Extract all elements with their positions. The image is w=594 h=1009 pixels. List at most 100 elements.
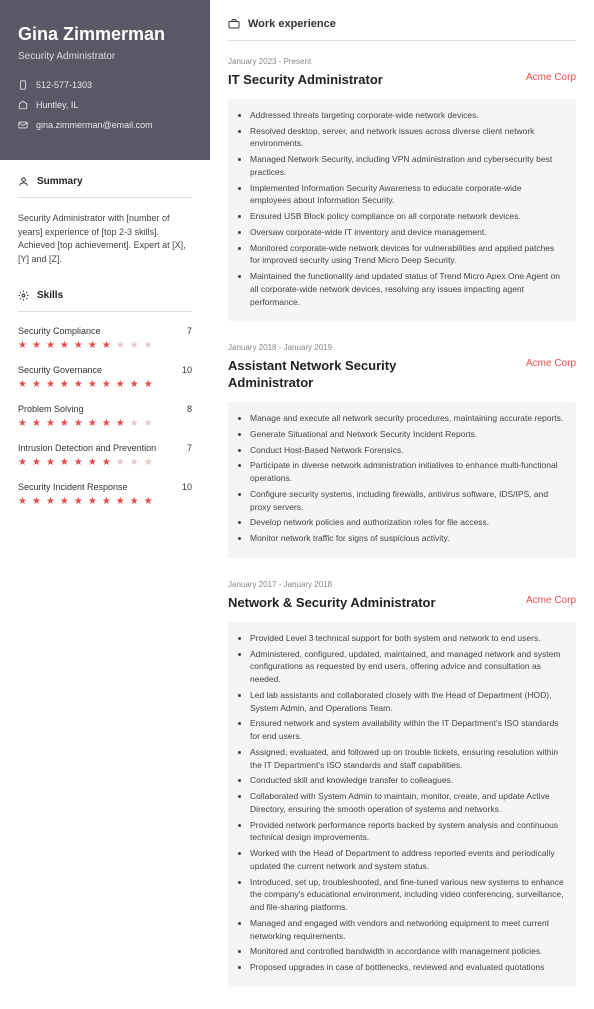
job-company: Acme Corp xyxy=(526,358,576,369)
star-icon: ★ xyxy=(46,496,55,507)
gear-icon xyxy=(18,290,29,301)
divider xyxy=(18,311,192,312)
star-icon: ★ xyxy=(18,340,27,351)
star-icon: ★ xyxy=(116,379,125,390)
phone-icon xyxy=(18,80,28,90)
star-icon: ★ xyxy=(46,418,55,429)
star-icon: ★ xyxy=(88,457,97,468)
star-icon: ★ xyxy=(18,457,27,468)
work-header: Work experience xyxy=(228,18,576,30)
right-column: Work experience January 2023 - Present IT… xyxy=(210,0,594,1009)
star-icon: ★ xyxy=(88,340,97,351)
star-icon: ★ xyxy=(102,340,111,351)
star-icon: ★ xyxy=(60,340,69,351)
star-icon: ★ xyxy=(144,457,153,468)
star-icon: ★ xyxy=(18,418,27,429)
star-icon: ★ xyxy=(102,418,111,429)
job-company: Acme Corp xyxy=(526,72,576,83)
job-bullet: Implemented Information Security Awarene… xyxy=(250,182,564,208)
job-bullets: Manage and execute all network security … xyxy=(228,402,576,558)
star-icon: ★ xyxy=(102,457,111,468)
skill-rating: 10 xyxy=(182,365,192,375)
skill-rating: 10 xyxy=(182,482,192,492)
skill-stars: ★★★★★★★★★★ xyxy=(18,379,192,390)
skill-rating: 8 xyxy=(187,404,192,414)
star-icon: ★ xyxy=(74,340,83,351)
star-icon: ★ xyxy=(102,379,111,390)
job-bullet: Collaborated with System Admin to mainta… xyxy=(250,790,564,816)
job-item: January 2017 - January 2018Network & Sec… xyxy=(228,580,576,987)
job-bullet: Maintained the functionality and updated… xyxy=(250,270,564,308)
star-icon: ★ xyxy=(130,457,139,468)
email-text: gina.zimmerman@email.com xyxy=(36,120,153,130)
job-bullet: Participate in diverse network administr… xyxy=(250,459,564,485)
resume-page: Gina Zimmerman Security Administrator 51… xyxy=(0,0,594,1009)
contact-location: Huntley, IL xyxy=(18,100,192,110)
contact-email: gina.zimmerman@email.com xyxy=(18,120,192,130)
skills-label: Skills xyxy=(37,290,63,301)
briefcase-icon xyxy=(228,18,240,30)
star-icon: ★ xyxy=(116,457,125,468)
person-name: Gina Zimmerman xyxy=(18,24,192,45)
job-bullet: Develop network policies and authorizati… xyxy=(250,516,564,529)
job-bullet: Introduced, set up, troubleshooted, and … xyxy=(250,876,564,914)
star-icon: ★ xyxy=(60,457,69,468)
star-icon: ★ xyxy=(18,379,27,390)
star-icon: ★ xyxy=(32,457,41,468)
job-dates: January 2023 - Present xyxy=(228,57,576,66)
job-bullet: Monitor network traffic for signs of sus… xyxy=(250,532,564,545)
person-title: Security Administrator xyxy=(18,51,192,62)
star-icon: ★ xyxy=(116,418,125,429)
star-icon: ★ xyxy=(60,496,69,507)
skill-stars: ★★★★★★★★★★ xyxy=(18,496,192,507)
skill-name: Security Governance xyxy=(18,365,102,375)
star-icon: ★ xyxy=(32,496,41,507)
work-label: Work experience xyxy=(248,18,336,30)
skill-item: Problem Solving8★★★★★★★★★★ xyxy=(18,404,192,429)
star-icon: ★ xyxy=(46,457,55,468)
job-bullet: Generate Situational and Network Securit… xyxy=(250,428,564,441)
star-icon: ★ xyxy=(102,496,111,507)
star-icon: ★ xyxy=(74,418,83,429)
star-icon: ★ xyxy=(144,496,153,507)
star-icon: ★ xyxy=(116,340,125,351)
skill-rating: 7 xyxy=(187,326,192,336)
job-bullet: Monitored corporate-wide network devices… xyxy=(250,242,564,268)
star-icon: ★ xyxy=(74,496,83,507)
skills-header: Skills xyxy=(18,290,192,301)
location-text: Huntley, IL xyxy=(36,100,78,110)
job-bullet: Monitored and controlled bandwidth in ac… xyxy=(250,945,564,958)
star-icon: ★ xyxy=(144,340,153,351)
skill-stars: ★★★★★★★★★★ xyxy=(18,418,192,429)
skill-stars: ★★★★★★★★★★ xyxy=(18,340,192,351)
job-bullet: Oversaw corporate-wide IT inventory and … xyxy=(250,226,564,239)
star-icon: ★ xyxy=(144,379,153,390)
job-bullet: Ensured USB Block policy compliance on a… xyxy=(250,210,564,223)
job-dates: January 2018 - January 2019 xyxy=(228,343,576,352)
skill-name: Problem Solving xyxy=(18,404,84,414)
job-title: IT Security Administrator xyxy=(228,72,383,89)
star-icon: ★ xyxy=(88,418,97,429)
job-bullet: Administered, configured, updated, maint… xyxy=(250,648,564,686)
job-bullet: Ensured network and system availability … xyxy=(250,717,564,743)
star-icon: ★ xyxy=(32,379,41,390)
job-item: January 2023 - Present IT Security Admini… xyxy=(228,57,576,321)
location-icon xyxy=(18,100,28,110)
job-bullet: Configure security systems, including fi… xyxy=(250,488,564,514)
star-icon: ★ xyxy=(60,418,69,429)
job-bullet: Led lab assistants and collaborated clos… xyxy=(250,689,564,715)
star-icon: ★ xyxy=(116,496,125,507)
job-bullet: Managed Network Security, including VPN … xyxy=(250,153,564,179)
job-bullet: Provided Level 3 technical support for b… xyxy=(250,632,564,645)
skill-rating: 7 xyxy=(187,443,192,453)
star-icon: ★ xyxy=(130,379,139,390)
star-icon: ★ xyxy=(32,418,41,429)
email-icon xyxy=(18,120,28,130)
job-bullet: Proposed upgrades in case of bottlenecks… xyxy=(250,961,564,974)
skill-name: Security Incident Response xyxy=(18,482,128,492)
skill-item: Intrusion Detection and Prevention 7 ★ ★ ★ ★ ★… xyxy=(18,443,192,468)
skill-name: Intrusion Detection and Prevention xyxy=(18,443,156,453)
star-icon: ★ xyxy=(74,379,83,390)
skill-name: Security Compliance xyxy=(18,326,101,336)
left-column: Gina Zimmerman Security Administrator 51… xyxy=(0,0,210,1009)
